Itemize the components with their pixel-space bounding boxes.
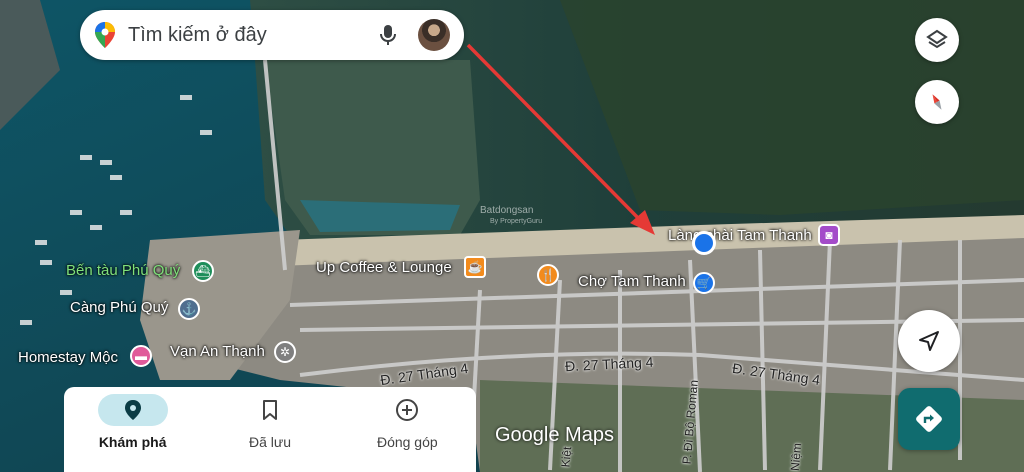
shopping-icon[interactable]: 🛒 (693, 272, 715, 294)
label-homestay[interactable]: Homestay Mộc (18, 349, 118, 366)
compass-button[interactable] (915, 80, 959, 124)
watermark: Batdongsan (480, 205, 533, 216)
label-cang[interactable]: Càng Phú Quý (70, 299, 168, 316)
watermark-sub: By PropertyGuru (490, 218, 543, 225)
directions-button[interactable] (898, 388, 960, 450)
label-up-coffee[interactable]: Up Coffee & Lounge (316, 259, 452, 276)
layers-icon (926, 29, 948, 49)
nav-contribute[interactable]: Đóng góp (347, 387, 467, 472)
port-icon[interactable]: ⚓ (178, 298, 200, 320)
add-circle-icon (372, 394, 442, 426)
avatar[interactable] (418, 19, 450, 51)
search-input[interactable]: Tìm kiếm ở đây (128, 24, 376, 47)
nav-saved[interactable]: Đã lưu (210, 387, 330, 472)
watermark-text: Batdongsan (480, 205, 534, 216)
my-location-button[interactable] (898, 310, 960, 372)
label-van-an-thanh[interactable]: Vạn An Thạnh (170, 343, 265, 360)
google-maps-pin-icon (95, 22, 115, 48)
my-location-dot (692, 231, 716, 255)
nav-contribute-label: Đóng góp (376, 434, 438, 450)
label-cho[interactable]: Chợ Tam Thanh (578, 273, 686, 290)
restaurant-icon[interactable]: 🍴 (537, 264, 559, 286)
google-maps-logo: Google Maps (495, 424, 614, 446)
camera-icon[interactable]: ◙ (818, 224, 840, 246)
label-lang-chai[interactable]: Làng chài Tam Thanh (668, 227, 812, 244)
navigation-arrow-icon (919, 331, 939, 351)
nav-explore-label: Khám phá (98, 434, 167, 450)
bottom-navigation: Khám phá Đã lưu Đóng góp (64, 387, 476, 472)
road-label-kiet: Kiệt (558, 446, 575, 468)
layers-button[interactable] (915, 18, 959, 62)
bookmark-icon (235, 394, 305, 426)
hotel-icon[interactable]: ▬ (130, 345, 152, 367)
compass-icon (932, 94, 942, 110)
temple-icon[interactable]: ✲ (274, 341, 296, 363)
cafe-icon[interactable]: ☕ (464, 256, 486, 278)
explore-pin-icon (97, 394, 168, 426)
nav-saved-label: Đã lưu (248, 434, 292, 450)
road-label-niem: Niệm (787, 442, 805, 472)
nav-explore[interactable]: Khám phá (73, 387, 193, 472)
directions-icon (916, 406, 942, 432)
microphone-icon[interactable] (376, 23, 400, 47)
search-bar[interactable]: Tìm kiếm ở đây (80, 10, 464, 60)
ferry-icon[interactable]: ⛴ (192, 260, 214, 282)
label-ben-tau[interactable]: Bến tàu Phú Quý (66, 262, 180, 279)
